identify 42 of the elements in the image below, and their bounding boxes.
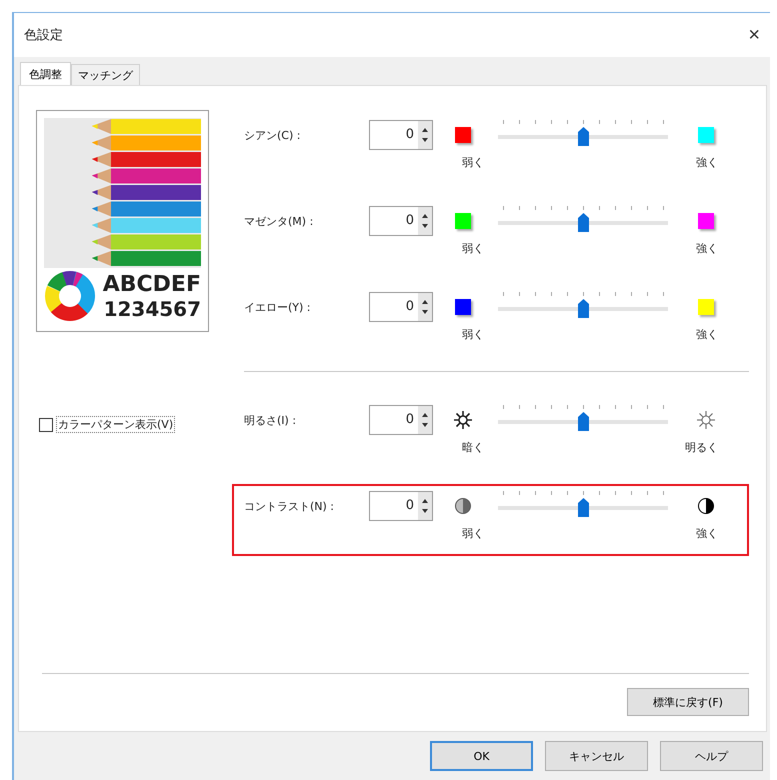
high-label: 強く <box>696 327 718 342</box>
spin-box[interactable]: 0 <box>369 491 433 521</box>
slider-thumb[interactable] <box>578 299 588 318</box>
low-label: 暗く <box>462 440 484 455</box>
adjustment-label: コントラスト(N) : <box>244 498 336 514</box>
dialog-button[interactable]: キャンセル <box>545 741 648 771</box>
slider-thumb[interactable] <box>578 127 588 146</box>
color-wheel-icon <box>44 270 96 322</box>
high-label: 強く <box>696 241 718 256</box>
sample-text: ABCDEF <box>102 272 201 296</box>
sample-number: 1234567 <box>104 296 201 320</box>
slider-thumb[interactable] <box>578 412 588 431</box>
checkbox[interactable] <box>39 418 53 432</box>
low-contrast-icon <box>454 497 472 515</box>
slider-thumb[interactable] <box>578 213 588 232</box>
spin-box[interactable]: 0 <box>369 206 433 236</box>
spin-box[interactable]: 0 <box>369 120 433 150</box>
adjustment-label: イエロー(Y) : <box>244 300 312 314</box>
high-label: 強く <box>696 526 718 541</box>
low-label: 弱く <box>462 241 484 256</box>
tab[interactable]: 色調整 <box>20 62 71 85</box>
dark-sun-icon <box>453 410 473 430</box>
checkbox-label[interactable]: カラーパターン表示(V) <box>56 416 176 433</box>
adjustment-label: 明るさ(I) : <box>244 412 298 428</box>
spin-box[interactable]: 0 <box>369 292 433 322</box>
low-label: 弱く <box>462 155 484 170</box>
low-label: 弱く <box>462 327 484 342</box>
spin-box[interactable]: 0 <box>369 405 433 435</box>
tab[interactable]: マッチング <box>71 64 140 85</box>
close-button[interactable]: × <box>742 24 766 46</box>
dialog-button[interactable]: OK <box>430 741 533 771</box>
window-title: 色設定 <box>24 27 63 44</box>
reset-button[interactable]: 標準に戻す(F) <box>627 688 749 716</box>
high-label: 強く <box>696 155 718 170</box>
high-label: 明るく <box>685 440 718 455</box>
dialog-button[interactable]: ヘルプ <box>660 741 763 771</box>
adjustment-label: シアン(C) : <box>244 128 302 142</box>
light-sun-icon <box>696 410 716 430</box>
high-contrast-icon <box>697 497 715 515</box>
slider-thumb[interactable] <box>578 498 588 517</box>
low-label: 弱く <box>462 526 484 541</box>
adjustment-label: マゼンタ(M) : <box>244 214 314 228</box>
